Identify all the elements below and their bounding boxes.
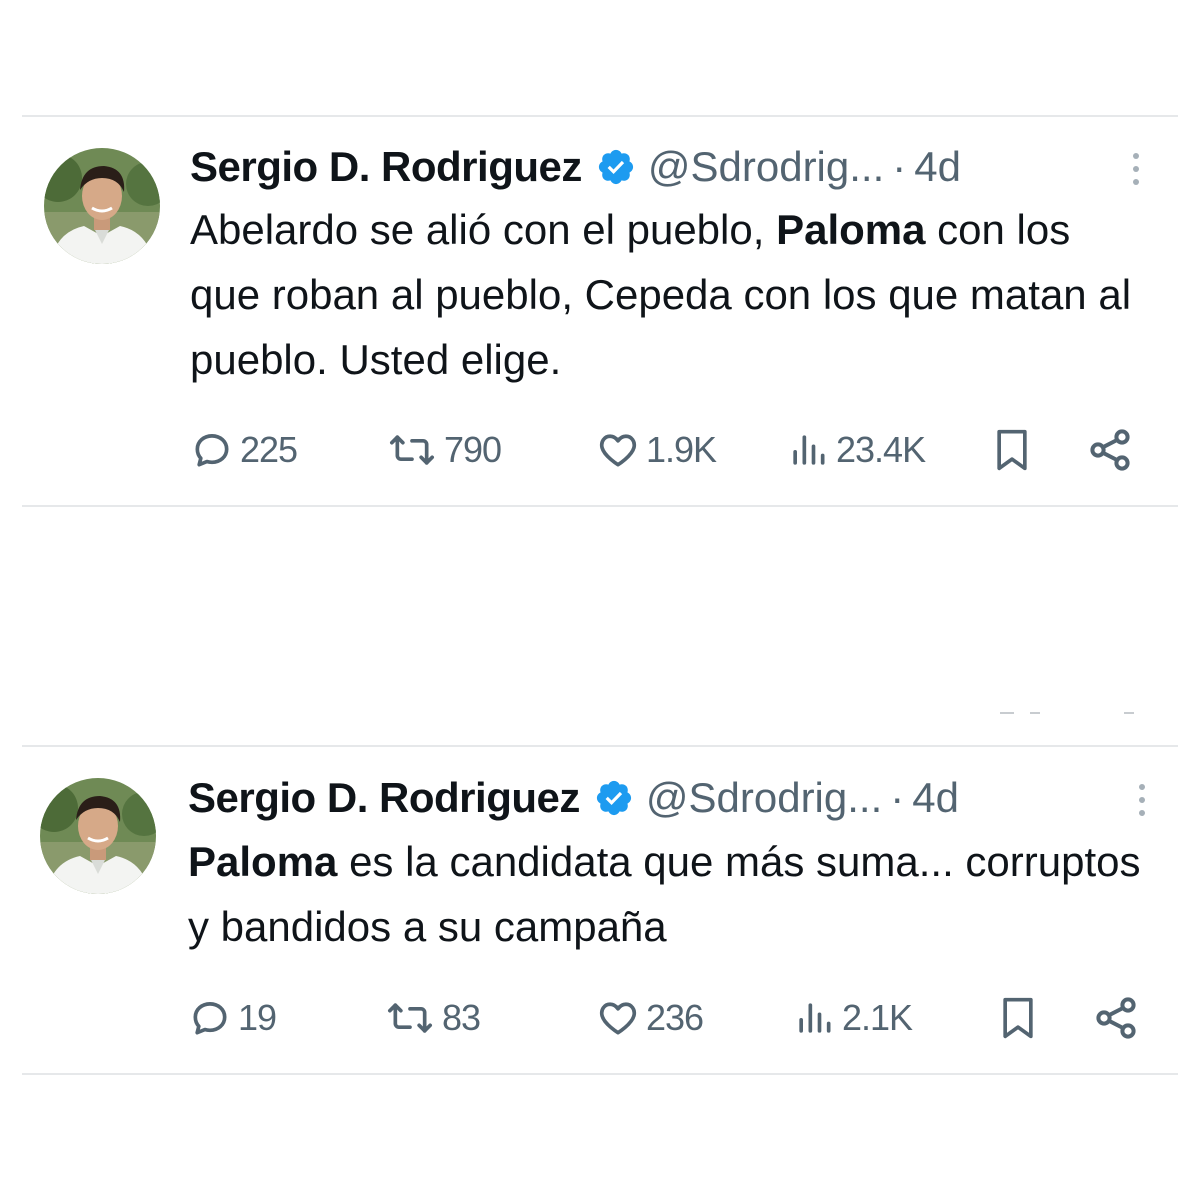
like-button[interactable]: 236	[596, 993, 704, 1043]
share-icon	[1092, 994, 1140, 1042]
like-icon	[596, 996, 640, 1040]
author-name[interactable]: Sergio D. Rodriguez	[190, 143, 582, 191]
bookmark-icon	[990, 426, 1034, 474]
tweet-header: Sergio D. Rodriguez @Sdrodrig... · 4d	[188, 770, 959, 826]
tweet-2[interactable]: Sergio D. Rodriguez @Sdrodrig... · 4d Pa…	[0, 747, 1200, 1073]
tweet-actions: 225 790 1.9K 23.4K	[190, 425, 1150, 475]
like-count: 1.9K	[646, 429, 717, 470]
repost-icon	[386, 428, 438, 472]
avatar[interactable]	[40, 778, 156, 894]
repost-button[interactable]: 83	[384, 993, 481, 1043]
tweet-text-part: Abelardo se alió con el pueblo,	[190, 206, 777, 253]
views-icon	[786, 428, 830, 472]
like-button[interactable]: 1.9K	[596, 425, 717, 475]
decorative-mark	[1030, 712, 1040, 714]
separator-dot: ·	[892, 143, 907, 190]
divider-bottom	[22, 1073, 1178, 1075]
tweet-header: Sergio D. Rodriguez @Sdrodrig... · 4d	[190, 139, 961, 195]
separator-dot: ·	[890, 774, 905, 821]
decorative-mark	[1000, 712, 1014, 714]
views-count: 23.4K	[836, 429, 926, 470]
tweet-1[interactable]: Sergio D. Rodriguez @Sdrodrig... · 4d Ab…	[0, 117, 1200, 505]
reply-button[interactable]: 225	[190, 425, 298, 475]
views-button[interactable]: 23.4K	[786, 425, 926, 475]
views-button[interactable]: 2.1K	[792, 993, 913, 1043]
verified-badge-icon	[596, 147, 636, 187]
tweet-actions: 19 83 236 2.1K	[188, 993, 1148, 1043]
reply-icon	[190, 428, 234, 472]
divider	[22, 505, 1178, 507]
avatar[interactable]	[44, 148, 160, 264]
like-count: 236	[646, 997, 704, 1038]
share-button[interactable]	[1086, 425, 1134, 475]
reply-count: 225	[240, 429, 298, 470]
bookmark-button[interactable]	[990, 425, 1034, 475]
reply-button[interactable]: 19	[188, 993, 277, 1043]
tweet-text: Paloma es la candidata que más suma... c…	[188, 829, 1148, 959]
share-button[interactable]	[1092, 993, 1140, 1043]
more-options-icon[interactable]	[1130, 772, 1154, 828]
repost-count: 83	[442, 997, 481, 1038]
decorative-mark	[1124, 712, 1134, 714]
tweet-text: Abelardo se alió con el pueblo, Paloma c…	[190, 197, 1150, 392]
bookmark-button[interactable]	[996, 993, 1040, 1043]
share-icon	[1086, 426, 1134, 474]
author-name[interactable]: Sergio D. Rodriguez	[188, 774, 580, 822]
views-icon	[792, 996, 836, 1040]
tweet-text-bold: Paloma	[776, 206, 926, 253]
like-icon	[596, 428, 640, 472]
tweet-timestamp[interactable]: 4d	[914, 143, 961, 191]
author-handle[interactable]: @Sdrodrig...	[648, 143, 884, 191]
reply-count: 19	[238, 997, 277, 1038]
tweet-text-bold: Paloma	[188, 838, 338, 885]
verified-badge-icon	[594, 778, 634, 818]
more-options-icon[interactable]	[1124, 141, 1148, 197]
views-count: 2.1K	[842, 997, 913, 1038]
author-handle[interactable]: @Sdrodrig...	[646, 774, 882, 822]
reply-icon	[188, 996, 232, 1040]
repost-button[interactable]: 790	[386, 425, 502, 475]
bookmark-icon	[996, 994, 1040, 1042]
tweet-timestamp[interactable]: 4d	[912, 774, 959, 822]
repost-count: 790	[444, 429, 502, 470]
repost-icon	[384, 996, 436, 1040]
